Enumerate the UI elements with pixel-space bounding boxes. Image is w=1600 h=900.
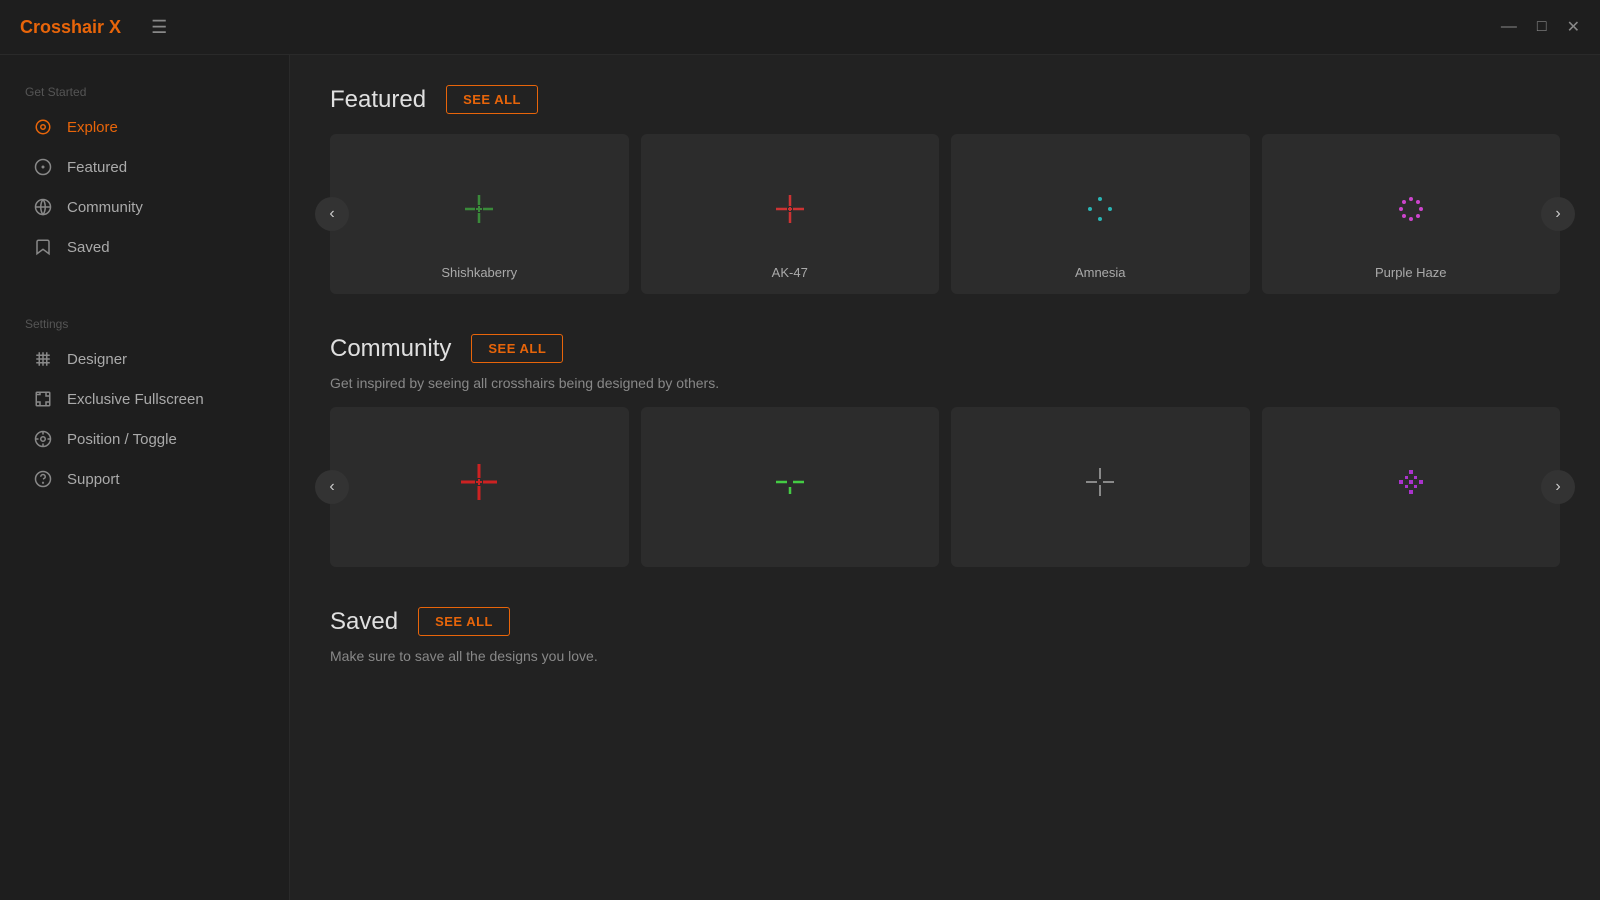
main-content: Featured SEE ALL ‹ Shishkaberry (290, 55, 1600, 900)
saved-icon (33, 237, 53, 257)
community-card-4[interactable] (1262, 407, 1561, 567)
support-icon (33, 469, 53, 489)
community-card-1[interactable] (330, 407, 629, 567)
get-started-label: Get Started (0, 75, 289, 107)
featured-card-amnesia[interactable]: Amnesia (951, 134, 1250, 294)
saved-title: Saved (330, 608, 398, 636)
maximize-button[interactable]: □ (1537, 18, 1547, 36)
saved-section-header: Saved SEE ALL (330, 607, 1560, 636)
app-title: Crosshair X (20, 17, 121, 38)
featured-section-header: Featured SEE ALL (330, 85, 1560, 114)
community-see-all-button[interactable]: SEE ALL (471, 334, 563, 363)
sidebar-item-label: Exclusive Fullscreen (67, 391, 204, 408)
sidebar-item-label: Explore (67, 119, 118, 136)
sidebar-item-label: Saved (67, 239, 110, 256)
fullscreen-icon (33, 389, 53, 409)
sidebar-item-label: Support (67, 471, 120, 488)
minimize-button[interactable]: — (1501, 18, 1517, 36)
community-section-header: Community SEE ALL (330, 334, 1560, 363)
sidebar-item-community[interactable]: Community (8, 187, 281, 227)
featured-carousel: ‹ Shishkaberry (330, 134, 1560, 294)
titlebar: Crosshair X ☰ — □ ✕ (0, 0, 1600, 55)
sidebar-item-explore[interactable]: Explore (8, 107, 281, 147)
designer-icon (33, 349, 53, 369)
close-button[interactable]: ✕ (1567, 17, 1580, 37)
sidebar-item-position-toggle[interactable]: Position / Toggle (8, 419, 281, 459)
community-cards (330, 407, 1560, 567)
featured-card-shishkaberry[interactable]: Shishkaberry (330, 134, 629, 294)
sidebar: Get Started Explore Featured (0, 55, 290, 900)
featured-next-button[interactable]: › (1541, 197, 1575, 231)
settings-label: Settings (0, 307, 289, 339)
community-title: Community (330, 335, 451, 363)
community-icon (33, 197, 53, 217)
card-label: Purple Haze (1375, 265, 1447, 280)
saved-see-all-button[interactable]: SEE ALL (418, 607, 510, 636)
featured-cards: Shishkaberry AK-47 (330, 134, 1560, 294)
window-controls: — □ ✕ (1501, 17, 1580, 37)
featured-see-all-button[interactable]: SEE ALL (446, 85, 538, 114)
sidebar-item-label: Designer (67, 351, 127, 368)
featured-card-ak47[interactable]: AK-47 (641, 134, 940, 294)
position-icon (33, 429, 53, 449)
community-prev-button[interactable]: ‹ (315, 470, 349, 504)
sidebar-item-label: Featured (67, 159, 127, 176)
sidebar-item-exclusive-fullscreen[interactable]: Exclusive Fullscreen (8, 379, 281, 419)
card-label: Amnesia (1075, 265, 1126, 280)
sidebar-item-label: Position / Toggle (67, 431, 177, 448)
community-card-3[interactable] (951, 407, 1250, 567)
featured-card-purple-haze[interactable]: Purple Haze (1262, 134, 1561, 294)
community-card-2[interactable] (641, 407, 940, 567)
community-carousel: ‹ (330, 407, 1560, 567)
hamburger-icon[interactable]: ☰ (151, 17, 167, 38)
sidebar-item-designer[interactable]: Designer (8, 339, 281, 379)
card-label: Shishkaberry (441, 265, 517, 280)
sidebar-item-featured[interactable]: Featured (8, 147, 281, 187)
featured-title: Featured (330, 86, 426, 114)
community-next-button[interactable]: › (1541, 470, 1575, 504)
sidebar-item-support[interactable]: Support (8, 459, 281, 499)
community-description: Get inspired by seeing all crosshairs be… (330, 375, 1560, 391)
sidebar-item-label: Community (67, 199, 143, 216)
explore-icon (33, 117, 53, 137)
featured-prev-button[interactable]: ‹ (315, 197, 349, 231)
featured-icon (33, 157, 53, 177)
card-label: AK-47 (772, 265, 808, 280)
saved-description: Make sure to save all the designs you lo… (330, 648, 1560, 664)
sidebar-item-saved[interactable]: Saved (8, 227, 281, 267)
